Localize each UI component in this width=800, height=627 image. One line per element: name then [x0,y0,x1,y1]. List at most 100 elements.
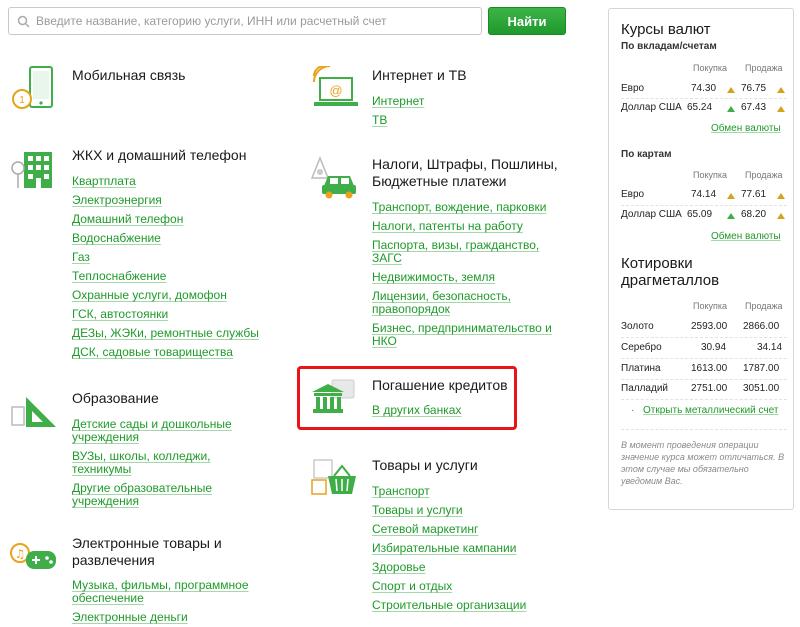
link-universities[interactable]: ВУЗы, школы, колледжи, техникумы [72,449,211,476]
link-home-phone[interactable]: Домашний телефон [72,212,183,226]
metals-title: Котировки драгметаллов [621,255,719,289]
link-maintenance[interactable]: ДЕЗы, ЖЭКи, ремонтные службы [72,326,259,340]
currency-name: Доллар США [621,209,682,220]
link-other-education[interactable]: Другие образовательные учреждения [72,481,212,508]
category-title[interactable]: Интернет и ТВ [372,67,467,84]
link-list: Транспорт, вождение, парковки Налоги, па… [372,201,572,354]
link-real-estate[interactable]: Недвижимость, земля [372,270,495,284]
currency-name: Евро [621,189,645,200]
rate-up-icon [727,87,735,93]
car-icon [310,156,356,199]
rate-up-icon [777,87,785,93]
category-electronic: ♫ Электронные товары и развлечения Музык… [10,535,290,625]
buy-column-header: Покупка [693,170,728,180]
link-other-banks[interactable]: В других банках [372,403,461,417]
rates-title: Курсы валют [621,21,711,38]
rate-up-icon [777,193,785,199]
search-button[interactable]: Найти [488,7,566,35]
link-goods-transport[interactable]: Транспорт [372,484,430,498]
link-electricity[interactable]: Электроэнергия [72,193,162,207]
sell-value: 77.61 [741,189,767,200]
link-passports[interactable]: Паспорта, визы, гражданство, ЗАГС [372,238,539,265]
link-list: Детские сады и дошкольные учреждения ВУЗ… [72,418,242,514]
link-goods-services[interactable]: Товары и услуги [372,503,463,517]
search-box[interactable] [8,7,482,35]
title-line: Налоги, Штрафы, Пошлины, [372,156,558,172]
rate-up-icon [777,106,785,112]
metal-account-link[interactable]: Открыть металлический счет [643,405,778,416]
link-tv[interactable]: ТВ [372,113,387,127]
bank-icon [312,379,355,413]
category-mobile: 1 Мобильная связь [10,66,270,116]
link-gas[interactable]: Газ [72,250,90,264]
gamepad-icon: ♫ [10,543,56,569]
cards-subtitle: По картам [621,149,672,160]
link-transport-fines[interactable]: Транспорт, вождение, парковки [372,200,546,214]
link-licenses[interactable]: Лицензии, безопасность, правопорядок [372,289,511,316]
metal-name: Золото [621,321,654,332]
currency-exchange-link[interactable]: Обмен валюты [711,123,781,134]
divider [621,337,787,338]
metal-row: Золото 2593.00 2866.00 [621,321,787,335]
svg-text:1: 1 [19,95,25,106]
divider [621,205,787,206]
category-title[interactable]: Погашение кредитов [372,377,508,394]
sell-value: 3051.00 [743,383,780,394]
link-e-money[interactable]: Электронные деньги [72,610,188,624]
svg-text:♫: ♫ [15,547,26,561]
link-business[interactable]: Бизнес, предпринимательство и НКО [372,321,552,348]
category-loans: Погашение кредитов В других банках [310,376,510,426]
bullet-icon: · [631,405,635,416]
link-construction[interactable]: Строительные организации [372,598,526,612]
rate-row: Евро 74.14 77.61 [621,189,787,203]
divider [621,429,787,430]
rate-up-icon [727,106,735,112]
title-line: Котировки [621,255,693,272]
link-health[interactable]: Здоровье [372,560,426,574]
title-line: развлечения [72,552,155,568]
rate-row: Евро 74.30 76.75 [621,83,787,97]
link-security[interactable]: Охранные услуги, домофон [72,288,227,302]
link-list: В других банках [372,404,461,423]
rate-up-icon [777,213,785,219]
metal-row: Платина 1613.00 1787.00 [621,363,787,377]
currency-exchange-link[interactable]: Обмен валюты [711,231,781,242]
category-title[interactable]: Образование [72,390,159,407]
link-heating[interactable]: Теплоснабжение [72,269,166,283]
buy-value: 74.30 [691,83,717,94]
link-garden[interactable]: ДСК, садовые товарищества [72,345,233,359]
metal-name: Платина [621,363,661,374]
link-water[interactable]: Водоснабжение [72,231,161,245]
category-housing: ЖКХ и домашний телефон Квартплата Электр… [10,146,290,366]
sell-value: 2866.00 [743,321,780,332]
category-title[interactable]: ЖКХ и домашний телефон [72,147,246,164]
divider [621,399,787,400]
rate-row: Доллар США 65.09 68.20 [621,209,787,223]
link-media[interactable]: Музыка, фильмы, программное обеспечение [72,578,249,605]
link-rent[interactable]: Квартплата [72,174,136,188]
link-garage[interactable]: ГСК, автостоянки [72,307,168,321]
category-taxes: Налоги, Штрафы, Пошлины, Бюджетные плате… [310,156,590,356]
category-goods: Товары и услуги Транспорт Товары и услуг… [310,456,570,616]
category-title[interactable]: Мобильная связь [72,67,185,84]
link-internet[interactable]: Интернет [372,94,424,108]
link-sport[interactable]: Спорт и отдых [372,579,452,593]
building-icon [11,152,52,188]
link-network-marketing[interactable]: Сетевой маркетинг [372,522,478,536]
category-title[interactable]: Электронные товары и развлечения [72,535,222,569]
title-line: Бюджетные платежи [372,173,507,189]
rate-up-icon [727,193,735,199]
link-list: Транспорт Товары и услуги Сетевой маркет… [372,485,526,618]
divider [621,98,787,99]
category-title[interactable]: Товары и услуги [372,457,478,474]
metal-row: Палладий 2751.00 3051.00 [621,383,787,397]
title-line: драгметаллов [621,272,720,289]
sell-value: 67.43 [741,102,767,113]
link-elections[interactable]: Избирательные кампании [372,541,516,555]
search-input[interactable] [36,14,481,28]
sell-column-header: Продажа [745,63,783,73]
link-list: Интернет ТВ [372,95,424,133]
category-title[interactable]: Налоги, Штрафы, Пошлины, Бюджетные плате… [372,156,558,190]
link-tax-patents[interactable]: Налоги, патенты на работу [372,219,523,233]
link-kindergartens[interactable]: Детские сады и дошкольные учреждения [72,417,232,444]
